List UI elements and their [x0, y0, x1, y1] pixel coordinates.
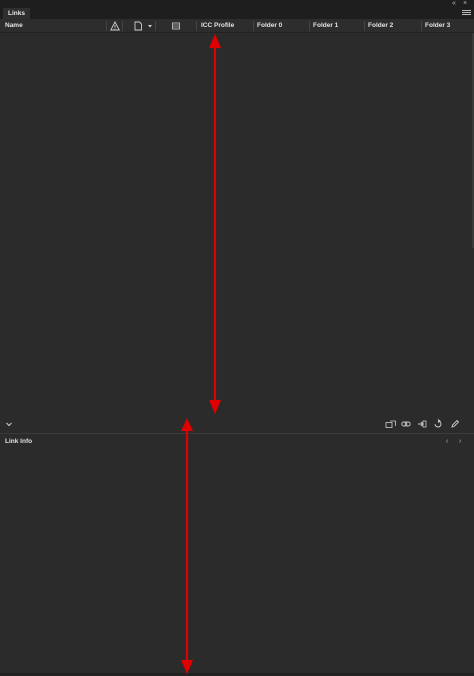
warning-icon[interactable] [110, 21, 120, 31]
column-folder-3[interactable]: Folder 3 [422, 19, 472, 33]
column-folder-1[interactable]: Folder 1 [310, 19, 364, 33]
update-link-icon[interactable] [433, 419, 443, 429]
link-icon[interactable] [401, 419, 411, 429]
window-titlebar: « × [0, 0, 474, 8]
cc-relink-icon[interactable] [385, 419, 397, 429]
column-separator [196, 21, 197, 31]
panel-tab-row: Links [0, 8, 474, 19]
links-toolbar [0, 416, 474, 432]
collapse-icon[interactable]: « [450, 0, 458, 8]
panel-divider[interactable] [0, 433, 474, 434]
column-icc-profile[interactable]: ICC Profile [198, 19, 252, 33]
chevron-down-icon[interactable] [4, 419, 14, 429]
column-separator [155, 21, 156, 31]
chevron-left-icon[interactable]: ‹ [443, 435, 451, 449]
column-name[interactable]: Name [2, 19, 102, 33]
column-folder-2[interactable]: Folder 2 [365, 19, 421, 33]
layers-icon[interactable] [171, 21, 181, 31]
links-list[interactable] [0, 34, 474, 415]
column-separator [122, 21, 123, 31]
page-icon[interactable] [133, 21, 143, 31]
tab-links[interactable]: Links [3, 8, 30, 19]
link-info-area [0, 450, 474, 672]
column-separator [106, 21, 107, 31]
link-info-title: Link Info [5, 438, 33, 445]
links-column-header: Name ICC Profile Folder 0 Folder 1 Folde… [0, 19, 474, 33]
pencil-icon[interactable] [450, 419, 460, 429]
panel-menu-icon[interactable] [462, 9, 471, 17]
sort-dropdown-icon[interactable] [147, 21, 153, 31]
goto-link-icon[interactable] [417, 419, 427, 429]
close-icon[interactable]: × [461, 0, 469, 8]
link-info-header: Link Info ‹ › [0, 435, 474, 449]
chevron-right-icon[interactable]: › [456, 435, 464, 449]
column-folder-0[interactable]: Folder 0 [254, 19, 308, 33]
